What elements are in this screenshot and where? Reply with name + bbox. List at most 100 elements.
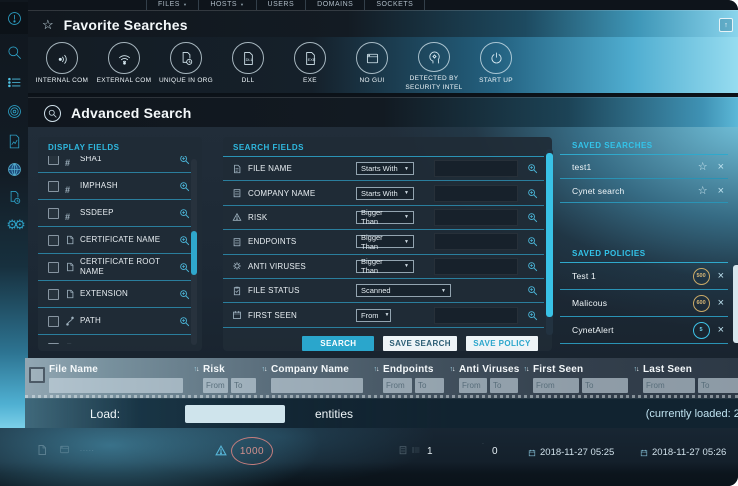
- column-header-label[interactable]: File Name: [49, 363, 189, 377]
- zoom-icon[interactable]: [179, 262, 190, 273]
- zoom-icon[interactable]: [179, 343, 190, 345]
- field-value-input[interactable]: [434, 160, 518, 177]
- filter-input[interactable]: [271, 378, 363, 393]
- display-fields-scrollbar[interactable]: [191, 159, 197, 345]
- zoom-icon[interactable]: [179, 208, 190, 219]
- sort-arrows[interactable]: ↑↓: [369, 363, 383, 393]
- zoom-icon[interactable]: [179, 235, 190, 246]
- close-icon[interactable]: ×: [718, 270, 724, 282]
- column-header-label[interactable]: Last Seen: [643, 363, 738, 377]
- zoom-icon[interactable]: [179, 156, 190, 165]
- sidebar-item-gears[interactable]: ⚙⚙: [0, 211, 28, 239]
- zoom-icon[interactable]: [527, 188, 538, 199]
- checkbox[interactable]: [48, 262, 59, 273]
- field-value-input[interactable]: [434, 233, 518, 250]
- zoom-icon[interactable]: [179, 316, 190, 327]
- column-header-label[interactable]: Risk: [203, 363, 257, 377]
- star-icon[interactable]: ☆: [698, 160, 708, 173]
- filter-from-input[interactable]: [459, 378, 487, 393]
- filter-to-input[interactable]: [490, 378, 518, 393]
- field-value-input[interactable]: [434, 209, 518, 226]
- save-policy-button[interactable]: SAVE POLICY: [466, 336, 538, 351]
- zoom-icon[interactable]: [527, 163, 538, 174]
- zoom-icon[interactable]: [527, 285, 538, 296]
- column-header-label[interactable]: Anti Viruses: [459, 363, 519, 377]
- filter-from-input[interactable]: [643, 378, 695, 393]
- checkbox[interactable]: [48, 235, 59, 246]
- search-button[interactable]: SEARCH: [302, 336, 374, 351]
- checkbox[interactable]: [48, 343, 59, 345]
- sidebar-item-target[interactable]: [0, 97, 28, 125]
- filter-from-input[interactable]: [533, 378, 579, 393]
- favorite-unique-in-org[interactable]: UNIQUE IN ORG: [155, 37, 217, 93]
- saved-search-cynet-search[interactable]: Cynet search☆×: [560, 179, 728, 203]
- sort-arrows[interactable]: ↑↓: [257, 363, 271, 393]
- sidebar-item-report-chart[interactable]: [0, 127, 28, 155]
- checkbox[interactable]: [48, 156, 59, 165]
- favorite-internal-com[interactable]: INTERNAL COM: [31, 37, 93, 93]
- sort-arrows[interactable]: ↑↓: [445, 363, 459, 393]
- sidebar-item-globe[interactable]: [0, 155, 28, 183]
- filter-to-input[interactable]: [582, 378, 628, 393]
- column-header-label[interactable]: First Seen: [533, 363, 629, 377]
- collapse-panel-icon[interactable]: ↑: [719, 18, 733, 32]
- close-icon[interactable]: ×: [718, 324, 724, 336]
- column-header-label[interactable]: Endpoints: [383, 363, 445, 377]
- favorite-dll[interactable]: DLLDLL: [217, 37, 279, 93]
- sidebar-item-list-detail[interactable]: [0, 68, 28, 96]
- saved-column-scrollbar[interactable]: [733, 265, 738, 343]
- operator-select[interactable]: Starts With▼: [356, 187, 414, 200]
- zoom-icon[interactable]: [527, 236, 538, 247]
- zoom-icon[interactable]: [527, 212, 538, 223]
- field-value-input[interactable]: [434, 258, 518, 275]
- filter-from-input[interactable]: [203, 378, 228, 393]
- favorite-exe[interactable]: EXEEXE: [279, 37, 341, 93]
- saved-policy-test-1[interactable]: Test 1500×: [560, 263, 728, 290]
- zoom-icon[interactable]: [527, 310, 538, 321]
- saved-policy-cynetalert[interactable]: CynetAlert5×: [560, 317, 728, 344]
- filter-from-input[interactable]: [383, 378, 412, 393]
- save-search-button[interactable]: SAVE SEARCH: [383, 336, 457, 351]
- operator-select[interactable]: Bigger Than▼: [356, 211, 414, 224]
- checkbox[interactable]: [48, 181, 59, 192]
- operator-select[interactable]: From▼: [356, 309, 391, 322]
- sidebar-item-alert-dial[interactable]: [0, 2, 28, 34]
- operator-select[interactable]: Scanned▼: [356, 284, 451, 297]
- operator-select[interactable]: Bigger Than▼: [356, 260, 414, 273]
- checkbox[interactable]: [48, 208, 59, 219]
- sort-arrows[interactable]: ↑↓: [519, 363, 533, 393]
- sort-arrows[interactable]: ↑↓: [189, 363, 203, 393]
- star-icon[interactable]: ☆: [698, 184, 708, 197]
- close-icon[interactable]: ×: [718, 185, 724, 197]
- close-icon[interactable]: ×: [718, 161, 724, 173]
- favorite-no-gui[interactable]: NO GUI: [341, 37, 403, 93]
- checkbox[interactable]: [48, 316, 59, 327]
- scrollbar-thumb[interactable]: [546, 153, 553, 317]
- saved-policy-malicous[interactable]: Malicous600×: [560, 290, 728, 317]
- zoom-icon[interactable]: [527, 261, 538, 272]
- zoom-icon[interactable]: [179, 289, 190, 300]
- filter-to-input[interactable]: [231, 378, 256, 393]
- close-icon[interactable]: ×: [718, 297, 724, 309]
- search-panel-scrollbar[interactable]: [546, 149, 553, 335]
- sidebar-item-file-clock[interactable]: [0, 183, 28, 211]
- checkbox[interactable]: [48, 289, 59, 300]
- select-all-checkbox[interactable]: [29, 367, 45, 383]
- filter-input[interactable]: [49, 378, 183, 393]
- field-value-input[interactable]: [434, 307, 518, 324]
- column-header-label[interactable]: Company Name: [271, 363, 369, 377]
- operator-select[interactable]: Bigger Than▼: [356, 235, 414, 248]
- field-value-input[interactable]: [434, 185, 518, 202]
- sort-arrows[interactable]: ↑↓: [629, 363, 643, 393]
- load-count-input[interactable]: [185, 405, 285, 423]
- sidebar-item-search[interactable]: [0, 38, 28, 66]
- favorite-start-up[interactable]: START UP: [465, 37, 527, 93]
- saved-search-test1[interactable]: test1☆×: [560, 155, 728, 179]
- filter-to-input[interactable]: [415, 378, 444, 393]
- filter-to-input[interactable]: [698, 378, 738, 393]
- scrollbar-thumb[interactable]: [191, 231, 197, 275]
- operator-select[interactable]: Starts With▼: [356, 162, 414, 175]
- alert-count-badge[interactable]: 1000: [231, 437, 273, 465]
- zoom-icon[interactable]: [179, 181, 190, 192]
- favorite-external-com[interactable]: EXTERNAL COM: [93, 37, 155, 93]
